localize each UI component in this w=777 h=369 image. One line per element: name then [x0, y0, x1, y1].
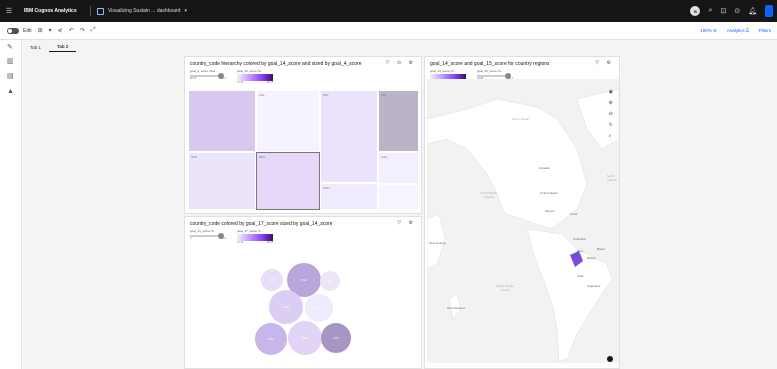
share-icon[interactable]: ⋞ [58, 27, 63, 34]
avatar[interactable]: B [690, 6, 701, 16]
bubble-panel[interactable]: country_code colored by goal_17_score si… [184, 216, 422, 369]
dashboard-toolbar: Edit ⊞ ▾ ⋞ ↶ ↷ ⤢ 100% ⊖ Analytics ⍈ Filt… [0, 22, 777, 40]
assistant-button[interactable] [765, 5, 773, 17]
map-panel[interactable]: goal_14_score and goal_15_score for coun… [424, 56, 620, 369]
map-label: New Guinea [429, 241, 446, 245]
hamburger-menu-icon[interactable]: ☰ [0, 7, 18, 15]
map-label: Arctic Ocean [512, 117, 530, 121]
zoom-out-icon[interactable]: ⊖ [609, 111, 613, 117]
color-legend: goal_14_score (S... 37.40 69.13 [237, 69, 273, 84]
bubble[interactable]: DEU [288, 321, 322, 355]
panel-actions[interactable]: ▽ ⚙ [397, 220, 416, 226]
notification-icon[interactable]: 🔔︎ [748, 7, 757, 15]
map-land-shapes [427, 88, 619, 362]
map-label: New Zealand [447, 306, 465, 310]
panel-actions[interactable]: ▽ ⚙ [595, 60, 614, 66]
bubble[interactable]: AUS [321, 323, 351, 353]
left-rail: ✎ ▥ ▤ ▲ [0, 40, 22, 369]
map-label: Peru [577, 249, 584, 253]
search-icon[interactable]: ⌕ [609, 133, 613, 139]
redo-icon[interactable]: ↷ [80, 27, 85, 34]
filters-button[interactable]: Filters [759, 28, 771, 34]
bubble[interactable]: FIN [320, 271, 340, 291]
treemap-tile[interactable]: SVN [188, 152, 256, 210]
treemap-tile[interactable] [378, 184, 419, 210]
bubble[interactable]: CAN [269, 290, 303, 324]
treemap-tile[interactable]: DEU [256, 152, 320, 210]
header-divider [90, 6, 91, 16]
undo-icon[interactable]: ↶ [69, 27, 74, 34]
map-label: North Atlantic [607, 174, 617, 182]
grid-icon[interactable]: ⊞ [38, 27, 43, 34]
chevron-down-icon[interactable]: ▾ [184, 8, 187, 14]
document-title[interactable]: Visualizing Sustain ... dashboard [108, 8, 180, 14]
bubble[interactable]: SRB [261, 269, 283, 291]
map-label: North Pacific Ocean [480, 191, 498, 199]
color-legend: goal_17_score (S... 47.10 86.03 [237, 229, 273, 244]
treemap-tile[interactable] [188, 90, 256, 152]
tab-2[interactable]: Tab 2 [49, 42, 77, 52]
help-icon[interactable]: ⊙ [734, 7, 740, 15]
app-header: ☰ IBM Cognos Analytics Visualizing Susta… [0, 0, 777, 22]
dashboard-icon [97, 7, 104, 15]
bubble[interactable]: SVN [305, 294, 333, 322]
treemap-tile[interactable]: GRC [320, 183, 378, 210]
map-controls: ◉ ⊕ ⊖ ↻ ⌕ [609, 89, 613, 139]
visibility-icon[interactable]: ◉ [609, 89, 613, 95]
map-label: South Pacific Ocean [496, 284, 514, 292]
treemap-tile[interactable]: EST [320, 90, 378, 183]
treemap-tile[interactable]: CAN [378, 152, 419, 184]
chart-icon[interactable]: ▥ [7, 58, 15, 65]
shapes-icon[interactable]: ▲ [7, 88, 15, 95]
map-label: Mexico [545, 209, 555, 213]
data-icon[interactable]: ▤ [7, 73, 15, 80]
expand-icon[interactable]: ⤢ [91, 27, 96, 34]
zoom-in-icon[interactable]: ⊕ [609, 100, 613, 106]
analytics-button[interactable]: Analytics ⍈ [727, 28, 749, 34]
edit-toggle[interactable] [7, 27, 19, 34]
map-label: Bolivia [587, 256, 596, 260]
map-label: United States [540, 191, 559, 195]
reset-icon[interactable]: ↻ [609, 122, 613, 128]
edit-label: Edit [23, 27, 32, 34]
treemap-panel[interactable]: country_code hierarchy colored by goal_1… [184, 56, 422, 214]
size-legend: goal_14_score (S... 0 69.13 [190, 229, 226, 240]
size-legend: goal_4_score (Sva... 96.00 99.0 [190, 69, 226, 80]
map-label: Argentina [587, 284, 600, 288]
treemap-tile[interactable]: CHL [256, 90, 320, 152]
chevron-down-icon[interactable]: ▾ [49, 27, 52, 34]
treemap-tile[interactable]: FIN [378, 90, 419, 152]
dashboard-tabs: Tab 1 Tab 2 [22, 40, 77, 54]
map-label: Brazil [597, 247, 605, 251]
info-icon[interactable] [607, 356, 613, 362]
panel-title: country_code hierarchy colored by goal_1… [190, 61, 362, 67]
map-label: Colombia [573, 237, 586, 241]
map-label: Chile [577, 274, 584, 278]
panel-title: country_code colored by goal_17_score si… [190, 221, 333, 227]
zoom-control[interactable]: 100% ⊖ [700, 28, 717, 34]
tab-1[interactable]: Tab 1 [22, 43, 49, 52]
map-label: Canada [539, 166, 550, 170]
pen-icon[interactable]: ✎ [7, 44, 15, 51]
search-icon[interactable]: ⌕ [708, 7, 712, 15]
panel-actions[interactable]: ▽ ⊙ ⚙ [386, 60, 416, 66]
map-label: Cuba [570, 212, 578, 216]
bubble[interactable]: CHL [255, 323, 287, 355]
share-icon[interactable]: ⊡ [720, 7, 726, 15]
world-map[interactable]: Arctic Ocean Canada United States North … [427, 79, 619, 363]
panel-title: goal_14_score and goal_15_score for coun… [430, 61, 550, 67]
app-brand: IBM Cognos Analytics [24, 8, 77, 14]
